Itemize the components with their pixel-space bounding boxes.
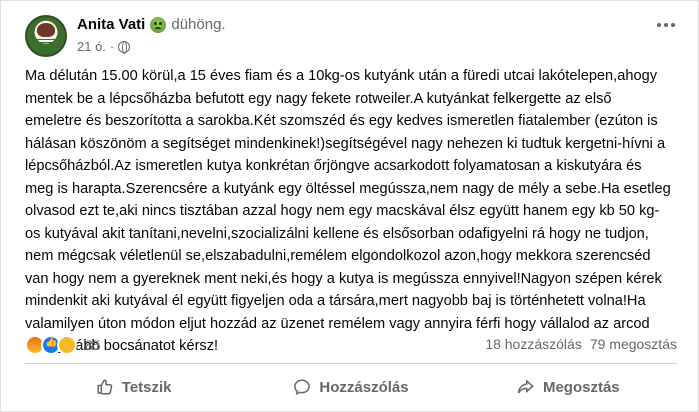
author-name[interactable]: Anita Vati bbox=[77, 16, 145, 33]
comment-button[interactable]: Hozzászólás bbox=[242, 367, 459, 407]
post-body-text: Ma délután 15.00 körül,a 15 éves fiam és… bbox=[25, 68, 671, 354]
post-meta: 21 ó. · bbox=[77, 39, 131, 54]
more-options-icon[interactable] bbox=[657, 23, 675, 27]
public-globe-icon[interactable] bbox=[118, 40, 131, 54]
post-timestamp[interactable]: 21 ó. bbox=[77, 39, 106, 54]
post-actions: Tetszik Hozzászólás Megosztás bbox=[25, 367, 677, 407]
post-stats: 18 hozzászólás 79 megosztás bbox=[485, 336, 677, 352]
reaction-count[interactable]: 85 bbox=[85, 337, 101, 353]
share-label: Megosztás bbox=[542, 378, 620, 396]
share-arrow-icon bbox=[517, 379, 534, 394]
avatar-logo-text bbox=[33, 39, 59, 49]
like-button[interactable]: Tetszik bbox=[25, 367, 242, 407]
comment-count[interactable]: 18 hozzászólás bbox=[485, 336, 582, 352]
author-avatar[interactable] bbox=[25, 15, 67, 57]
comment-label: Hozzászólás bbox=[319, 378, 409, 396]
share-count[interactable]: 79 megosztás bbox=[590, 336, 677, 352]
reaction-icons[interactable]: 85 bbox=[25, 335, 101, 355]
actions-divider bbox=[25, 363, 677, 364]
post-card: Anita Vati dühöng. 21 ó. · Ma délután 15… bbox=[0, 0, 699, 412]
sad-reaction-icon bbox=[57, 335, 77, 355]
feeling-angry-icon bbox=[150, 16, 167, 33]
author-line: Anita Vati dühöng. bbox=[77, 16, 226, 33]
post-header: Anita Vati dühöng. 21 ó. · bbox=[25, 15, 675, 59]
meta-separator: · bbox=[109, 39, 115, 54]
avatar-logo-mark bbox=[37, 23, 55, 37]
feeling-label: dühöng. bbox=[171, 16, 226, 33]
like-label: Tetszik bbox=[121, 378, 172, 396]
thumbs-up-icon bbox=[97, 379, 113, 395]
reactions-summary: 85 18 hozzászólás 79 megosztás bbox=[25, 334, 677, 358]
comment-bubble-icon bbox=[294, 379, 311, 396]
share-button[interactable]: Megosztás bbox=[460, 367, 677, 407]
